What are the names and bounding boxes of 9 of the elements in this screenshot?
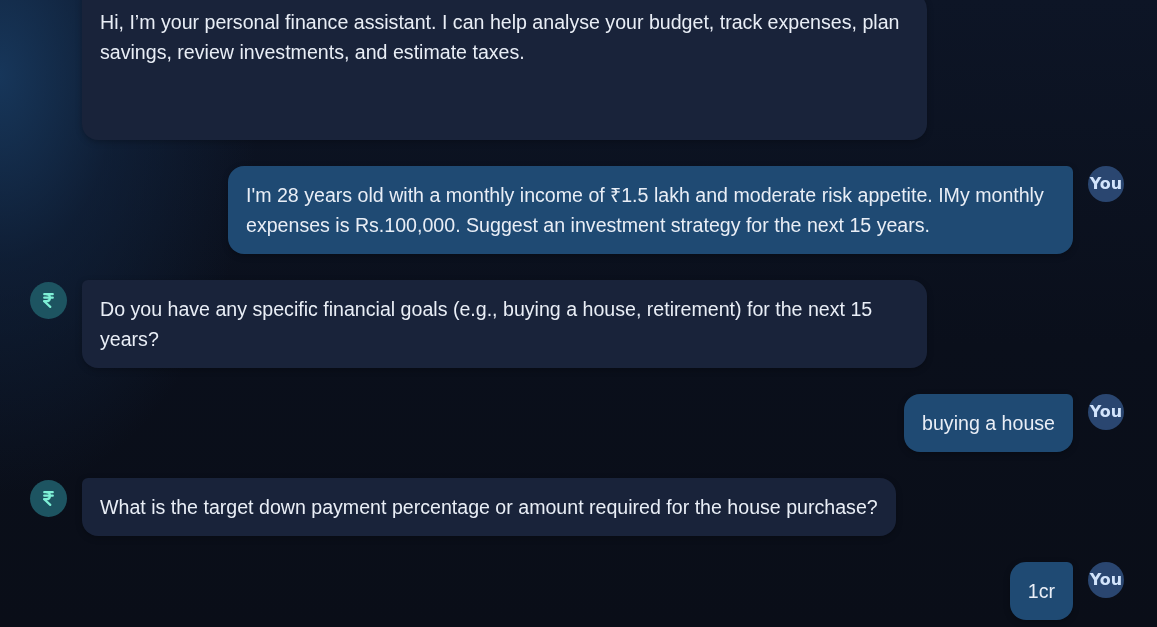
user-avatar: You [1088, 394, 1124, 430]
user-avatar: You [1088, 166, 1124, 202]
user-message: 1cr [1009, 562, 1073, 620]
assistant-message: What is the target down payment percentage or amount required for the house purchase? [82, 478, 896, 536]
user-avatar: You [1088, 562, 1124, 598]
user-message: buying a house [904, 394, 1073, 452]
assistant-message: Do you have any specific financial goals (e.g., buying a house, retirement) for the next 15 years? [82, 280, 927, 368]
user-message: I'm 28 years old with a monthly income of ₹1.5 lakh and moderate risk appetite. IMy monthly expenses is Rs.100,000. Suggest an investment strategy for the next 15 years. [228, 166, 1073, 254]
assistant-message: Hi, I’m your personal finance assistant. I can help analyse your budget, track expenses, plan savings, review investments, and estimate taxes. [82, 0, 927, 140]
